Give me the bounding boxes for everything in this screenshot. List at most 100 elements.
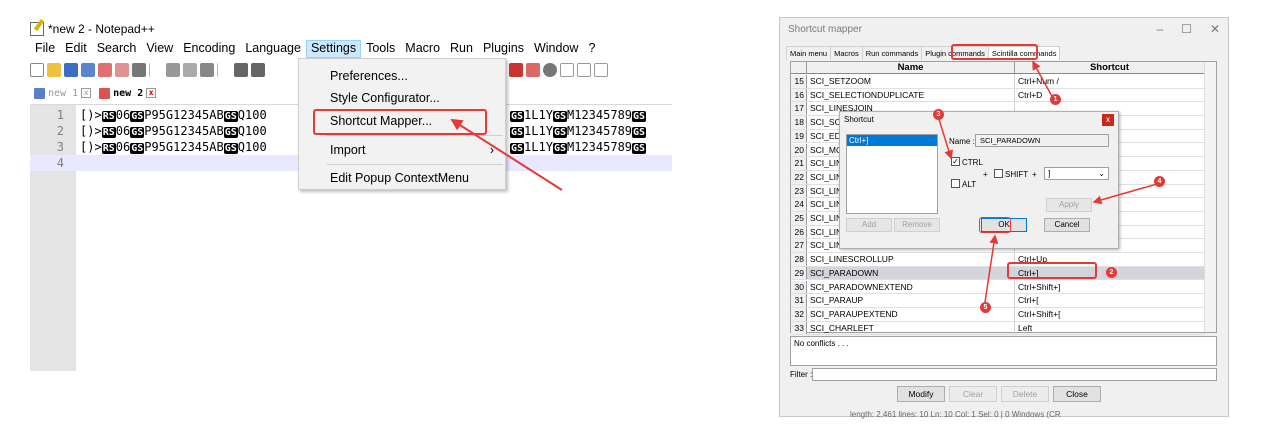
cut-icon[interactable]: [166, 63, 180, 77]
menu-settings[interactable]: Settings: [305, 40, 362, 58]
name-label: Name :: [949, 137, 975, 146]
table-row[interactable]: 15 SCI_SETZOOM Ctrl+Num /: [791, 75, 1205, 89]
shift-checkbox[interactable]: [994, 169, 1003, 178]
paste-icon[interactable]: [200, 63, 214, 77]
menu-item-style-configurator[interactable]: Style Configurator...: [300, 87, 504, 109]
cancel-button[interactable]: Cancel: [1044, 218, 1090, 232]
menu-edit[interactable]: Edit: [60, 40, 92, 58]
close-tab-icon[interactable]: x: [81, 88, 92, 98]
copy-icon[interactable]: [183, 63, 197, 77]
close-tab-icon[interactable]: x: [146, 88, 157, 98]
new-file-icon[interactable]: [30, 63, 44, 77]
row-number: 19: [791, 129, 807, 143]
toolbar-separator: [217, 63, 231, 77]
tab-main-menu[interactable]: Main menu: [786, 46, 832, 60]
table-row[interactable]: 33 SCI_CHARLEFT Left: [791, 321, 1205, 336]
settings-menu-dropdown: Preferences... Style Configurator... Sho…: [298, 58, 506, 190]
row-number: 16: [791, 88, 807, 102]
menu-plugins[interactable]: Plugins: [478, 40, 529, 58]
undo-icon[interactable]: [234, 63, 248, 77]
step-badge: 2: [1106, 267, 1117, 278]
chevron-down-icon: ⌄: [1098, 169, 1105, 178]
menu-search[interactable]: Search: [92, 40, 142, 58]
ctrl-checkbox[interactable]: ✓: [951, 157, 960, 166]
saved-file-icon: [34, 87, 45, 99]
menu-language[interactable]: Language: [240, 40, 306, 58]
menu-tools[interactable]: Tools: [361, 40, 400, 58]
toolbar-separator: [149, 63, 163, 77]
filter-input[interactable]: [812, 368, 1217, 381]
record-icon[interactable]: [543, 63, 557, 77]
menu-help[interactable]: ?: [583, 40, 600, 58]
unsaved-file-icon: [99, 87, 111, 99]
row-number: 17: [791, 102, 807, 116]
close-icon[interactable]: ✕: [1210, 22, 1220, 36]
row-number: 24: [791, 198, 807, 211]
table-row[interactable]: 32 SCI_PARAUPEXTEND Ctrl+Shift+[: [791, 307, 1205, 322]
highlight-box: [1007, 262, 1097, 279]
save-all-icon[interactable]: [81, 63, 95, 77]
table-row[interactable]: 29 SCI_PARADOWN Ctrl+]: [791, 266, 1205, 281]
table-row[interactable]: 16 SCI_SELECTIONDUPLICATE Ctrl+D: [791, 88, 1205, 103]
dialog-title: Shortcut: [844, 115, 874, 124]
shortcut-list[interactable]: Ctrl+]: [846, 134, 938, 214]
minimize-icon[interactable]: –: [1156, 22, 1163, 36]
macro-play-icon[interactable]: [594, 63, 608, 77]
tab-new-1[interactable]: new 1 x: [30, 84, 95, 102]
step-badge: 5: [980, 302, 991, 313]
column-header-name[interactable]: Name: [807, 62, 1015, 73]
command-name: SCI_CHARLEFT: [807, 321, 1015, 335]
menu-item-import[interactable]: Import ›: [300, 139, 504, 161]
notepad-app-icon: [30, 22, 44, 36]
shortcut-list-item[interactable]: Ctrl+]: [847, 135, 937, 146]
menu-run[interactable]: Run: [445, 40, 478, 58]
menu-view[interactable]: View: [141, 40, 178, 58]
tab-macros[interactable]: Macros: [830, 46, 863, 60]
menu-item-edit-popup-contextmenu[interactable]: Edit Popup ContextMenu: [300, 167, 504, 189]
menu-window[interactable]: Window: [529, 40, 583, 58]
remove-button[interactable]: Remove: [894, 218, 940, 232]
monitoring-icon[interactable]: [526, 63, 540, 77]
table-row[interactable]: 30 SCI_PARADOWNEXTEND Ctrl+Shift+]: [791, 280, 1205, 295]
delete-button[interactable]: Delete: [1001, 386, 1049, 402]
print-icon[interactable]: [132, 63, 146, 77]
menu-file[interactable]: File: [30, 40, 60, 58]
table-row[interactable]: 31 SCI_PARAUP Ctrl+[: [791, 294, 1205, 308]
macro-record-icon[interactable]: [560, 63, 574, 77]
menu-macro[interactable]: Macro: [400, 40, 445, 58]
close-button[interactable]: Close: [1053, 386, 1101, 402]
column-header-shortcut[interactable]: Shortcut: [1015, 62, 1205, 73]
modify-button[interactable]: Modify: [897, 386, 945, 402]
maximize-icon[interactable]: ☐: [1181, 22, 1192, 36]
open-file-icon[interactable]: [47, 63, 61, 77]
tab-new-2[interactable]: new 2 x: [95, 84, 160, 102]
folder-as-workspace-icon[interactable]: [509, 63, 523, 77]
close-all-icon[interactable]: [115, 63, 129, 77]
close-file-icon[interactable]: [98, 63, 112, 77]
command-name: SCI_SELECTIONDUPLICATE: [807, 88, 1015, 102]
add-button[interactable]: Add: [846, 218, 892, 232]
macro-stop-icon[interactable]: [577, 63, 591, 77]
status-bar-fragment: length: 2,461 lines: 10 Ln: 10 Col: 1 Se…: [850, 410, 1061, 419]
key-dropdown[interactable]: ] ⌄: [1044, 167, 1109, 180]
alt-label: ALT: [962, 180, 977, 189]
alt-checkbox[interactable]: [951, 179, 960, 188]
clear-button[interactable]: Clear: [949, 386, 997, 402]
menu-item-preferences[interactable]: Preferences...: [300, 65, 504, 87]
save-icon[interactable]: [64, 63, 78, 77]
command-shortcut: Ctrl+Shift+]: [1018, 281, 1061, 292]
menu-encoding[interactable]: Encoding: [178, 40, 240, 58]
table-row[interactable]: 28 SCI_LINESCROLLUP Ctrl+Up: [791, 253, 1205, 267]
vertical-scrollbar[interactable]: [1204, 62, 1216, 332]
apply-button[interactable]: Apply: [1046, 198, 1092, 212]
control-char-gs: GS: [130, 111, 145, 122]
dialog-close-icon[interactable]: x: [1102, 114, 1114, 126]
redo-icon[interactable]: [251, 63, 265, 77]
line-number: 1: [56, 108, 64, 122]
command-shortcut: Left: [1018, 322, 1033, 333]
step-badge: 4: [1154, 176, 1165, 187]
line-number: 2: [56, 124, 64, 138]
tab-run-commands[interactable]: Run commands: [861, 46, 923, 60]
control-char-rs: RS: [101, 111, 116, 122]
plus-sign: +: [1032, 170, 1037, 179]
